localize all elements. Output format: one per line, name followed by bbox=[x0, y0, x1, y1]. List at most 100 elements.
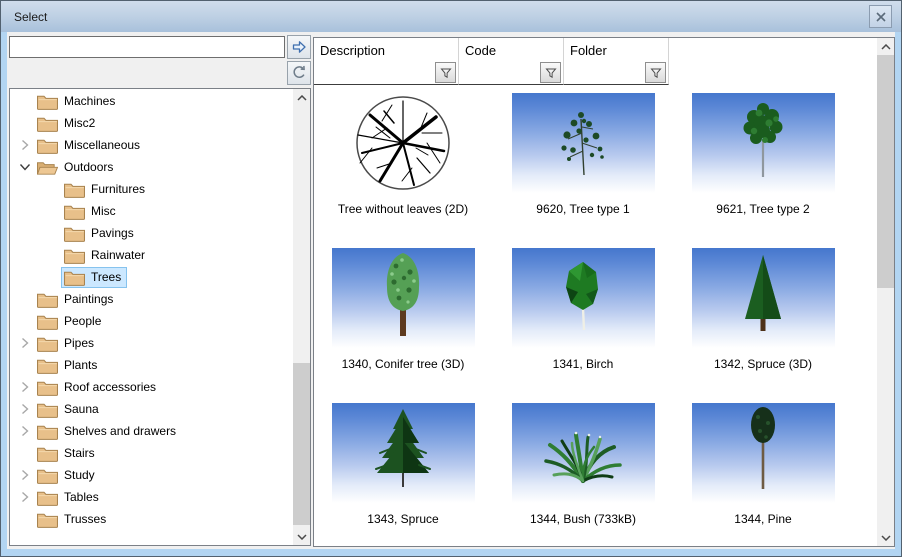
chevron-right-icon[interactable] bbox=[16, 491, 34, 503]
tree-item-label: Pipes bbox=[64, 336, 94, 350]
tree-item-label: Miscellaneous bbox=[64, 138, 140, 152]
close-button[interactable] bbox=[869, 5, 892, 28]
folder-icon bbox=[64, 247, 85, 264]
thumbnail-spruce-3d bbox=[692, 248, 835, 348]
search-go-button[interactable] bbox=[287, 35, 311, 59]
tree-item-roof-accessories[interactable]: Roof accessories bbox=[10, 376, 293, 398]
chevron-down-icon[interactable] bbox=[16, 161, 34, 173]
grid-item-1341-birch[interactable]: 1341, Birch bbox=[503, 248, 663, 371]
grid-item-label: 1340, Conifer tree (3D) bbox=[342, 357, 465, 371]
folder-icon bbox=[37, 313, 58, 330]
column-label: Folder bbox=[564, 38, 668, 58]
tree-item-label: Roof accessories bbox=[64, 380, 156, 394]
thumbnail-spruce bbox=[332, 403, 475, 503]
search-input[interactable] bbox=[9, 36, 285, 58]
grid-item-1340-conifer-tree-3d[interactable]: 1340, Conifer tree (3D) bbox=[323, 248, 483, 371]
thumbnail-grid: Tree without leaves (2D) bbox=[314, 85, 877, 546]
tree-item-label: Misc bbox=[91, 204, 116, 218]
grid-item-label: 9621, Tree type 2 bbox=[716, 202, 809, 216]
thumbnail-conifer-tree bbox=[332, 248, 475, 348]
grid-item-9621-tree-type-2[interactable]: 9621, Tree type 2 bbox=[683, 93, 843, 216]
tree-item-machines[interactable]: Machines bbox=[10, 90, 293, 112]
folder-icon bbox=[64, 225, 85, 242]
scroll-up-button[interactable] bbox=[293, 89, 310, 106]
filter-button-description[interactable] bbox=[435, 62, 456, 83]
chevron-slot bbox=[16, 315, 34, 327]
scrollbar-thumb[interactable] bbox=[293, 363, 310, 525]
chevron-right-icon[interactable] bbox=[16, 425, 34, 437]
chevron-right-icon[interactable] bbox=[16, 337, 34, 349]
refresh-button[interactable] bbox=[287, 61, 311, 85]
tree-item-trusses[interactable]: Trusses bbox=[10, 508, 293, 530]
chevron-slot bbox=[43, 205, 61, 217]
folder-tree: Machines Misc2 Miscellaneous Outdoors Fu bbox=[10, 90, 293, 545]
grid-item-1344-bush[interactable]: 1344, Bush (733kB) bbox=[503, 403, 663, 526]
column-header-folder[interactable]: Folder bbox=[564, 38, 669, 85]
grid-item-1343-spruce[interactable]: 1343, Spruce bbox=[323, 403, 483, 526]
scroll-up-button[interactable] bbox=[877, 38, 894, 55]
chevron-down-icon bbox=[881, 535, 891, 541]
folder-icon bbox=[37, 379, 58, 396]
chevron-right-icon[interactable] bbox=[16, 139, 34, 151]
chevron-slot bbox=[43, 183, 61, 195]
tree-item-label: Rainwater bbox=[91, 248, 145, 262]
chevron-slot bbox=[16, 293, 34, 305]
column-header-description[interactable]: Description bbox=[314, 38, 459, 85]
grid-item-1342-spruce-3d[interactable]: 1342, Spruce (3D) bbox=[683, 248, 843, 371]
grid-item-label: 1342, Spruce (3D) bbox=[714, 357, 812, 371]
tree-item-label: Machines bbox=[64, 94, 115, 108]
scroll-down-button[interactable] bbox=[877, 529, 894, 546]
column-header-code[interactable]: Code bbox=[459, 38, 564, 85]
tree-item-furnitures[interactable]: Furnitures bbox=[10, 178, 293, 200]
chevron-right-icon[interactable] bbox=[16, 469, 34, 481]
grid-item-9620-tree-type-1[interactable]: 9620, Tree type 1 bbox=[503, 93, 663, 216]
close-icon bbox=[876, 12, 886, 22]
chevron-right-icon[interactable] bbox=[16, 403, 34, 415]
chevron-slot bbox=[16, 447, 34, 459]
grid-item-1344-pine[interactable]: 1344, Pine bbox=[683, 403, 843, 526]
tree-item-people[interactable]: People bbox=[10, 310, 293, 332]
tree-item-miscellaneous[interactable]: Miscellaneous bbox=[10, 134, 293, 156]
tree-item-label: Pavings bbox=[91, 226, 134, 240]
tree-item-study[interactable]: Study bbox=[10, 464, 293, 486]
thumbnail-tree-type-1 bbox=[512, 93, 655, 193]
tree-item-label: Furnitures bbox=[91, 182, 145, 196]
list-scrollbar[interactable] bbox=[877, 38, 894, 546]
folder-icon bbox=[37, 137, 58, 154]
tree-item-label: Trusses bbox=[64, 512, 106, 526]
tree-item-plants[interactable]: Plants bbox=[10, 354, 293, 376]
tree-item-misc2[interactable]: Misc2 bbox=[10, 112, 293, 134]
filter-button-folder[interactable] bbox=[645, 62, 666, 83]
filter-button-code[interactable] bbox=[540, 62, 561, 83]
chevron-slot bbox=[16, 359, 34, 371]
tree-item-pavings[interactable]: Pavings bbox=[10, 222, 293, 244]
pine-art bbox=[692, 403, 835, 503]
tree-scrollbar[interactable] bbox=[293, 89, 310, 545]
title-bar: Select bbox=[1, 1, 901, 32]
column-label: Code bbox=[459, 38, 563, 58]
tree-item-shelves-and-drawers[interactable]: Shelves and drawers bbox=[10, 420, 293, 442]
conifer-tree-art bbox=[332, 248, 475, 348]
thumbnail-tree-type-2 bbox=[692, 93, 835, 193]
folder-icon bbox=[37, 291, 58, 308]
folder-icon bbox=[64, 181, 85, 198]
tree-item-pipes[interactable]: Pipes bbox=[10, 332, 293, 354]
tree-item-stairs[interactable]: Stairs bbox=[10, 442, 293, 464]
folder-icon bbox=[37, 511, 58, 528]
tree-item-outdoors[interactable]: Outdoors bbox=[10, 156, 293, 178]
tree-item-paintings[interactable]: Paintings bbox=[10, 288, 293, 310]
chevron-slot bbox=[16, 117, 34, 129]
scrollbar-thumb[interactable] bbox=[877, 55, 894, 288]
tree-item-tables[interactable]: Tables bbox=[10, 486, 293, 508]
tree-item-misc[interactable]: Misc bbox=[10, 200, 293, 222]
object-list-panel: Description Code Folder bbox=[313, 37, 895, 547]
tree-item-sauna[interactable]: Sauna bbox=[10, 398, 293, 420]
column-headers: Description Code Folder bbox=[314, 38, 669, 85]
chevron-right-icon[interactable] bbox=[16, 381, 34, 393]
tree-type-2-art bbox=[692, 93, 835, 193]
scroll-down-button[interactable] bbox=[293, 528, 310, 545]
grid-item-tree-without-leaves-2d[interactable]: Tree without leaves (2D) bbox=[323, 93, 483, 216]
tree-item-rainwater[interactable]: Rainwater bbox=[10, 244, 293, 266]
tree-item-trees[interactable]: Trees bbox=[10, 266, 293, 288]
arrow-right-icon bbox=[291, 39, 307, 55]
